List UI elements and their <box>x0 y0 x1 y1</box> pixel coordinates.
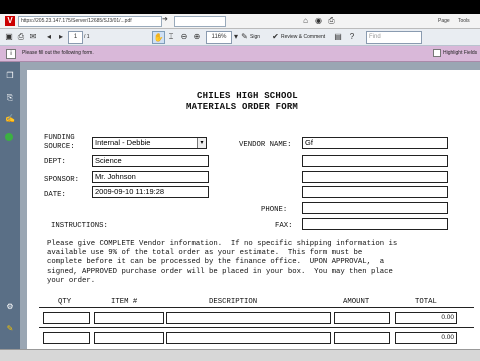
vendor-name-field[interactable]: Gf <box>302 137 448 149</box>
vendor-address-line1[interactable] <box>302 155 448 167</box>
fax-label: FAX: <box>275 222 293 230</box>
highlight-fields-button[interactable]: Highlight Fields <box>433 48 478 58</box>
navigation-pane: ❐ ⎘ ✍ ⚙ ✎ <box>0 62 20 349</box>
home-icon[interactable]: ⌂ <box>300 15 311 26</box>
description-field[interactable] <box>166 312 331 324</box>
fax-field[interactable] <box>302 218 448 230</box>
sign-menu[interactable]: Sign <box>250 31 260 43</box>
total-field: 0.00 <box>395 312 457 324</box>
page-number-input[interactable]: 1 <box>68 31 83 44</box>
phone-label: PHONE: <box>261 206 288 214</box>
pdf-page: CHILES HIGH SCHOOL MATERIALS ORDER FORM … <box>27 70 480 350</box>
vendor-name-label: VENDOR NAME: <box>239 141 292 149</box>
page-total: / 1 <box>84 34 90 40</box>
column-header-total: TOTAL <box>415 298 437 306</box>
taskbar <box>0 349 480 361</box>
zoom-in-icon[interactable]: ⊕ <box>192 31 202 42</box>
document-area: CHILES HIGH SCHOOL MATERIALS ORDER FORM … <box>20 62 480 350</box>
vendor-address-line2[interactable] <box>302 171 448 183</box>
instructions-label: INSTRUCTIONS: <box>51 222 108 230</box>
description-field[interactable] <box>166 332 331 344</box>
url-field[interactable]: https://205.23.147.175/Server/12685/SJ3/… <box>18 16 162 27</box>
dept-label: DEPT: <box>44 158 66 166</box>
item-number-field[interactable] <box>94 312 164 324</box>
floppy-icon[interactable]: ▤ <box>333 31 343 42</box>
attachments-icon[interactable]: ⎘ <box>5 93 15 103</box>
pdf-toolbar: ▣ ⎙ ✉ ◂ ▸ 1 / 1 ✋ ⌶ ⊖ ⊕ 116% ▾ ✎ Sign ✔ … <box>0 29 480 46</box>
form-message-bar: i Please fill out the following form. Hi… <box>0 46 480 62</box>
search-input[interactable] <box>174 16 226 27</box>
next-page-icon[interactable]: ▸ <box>56 31 66 42</box>
help-icon[interactable]: ? <box>347 31 357 42</box>
sponsor-field[interactable]: Mr. Johnson <box>92 171 209 183</box>
highlight-fields-label: Highlight Fields <box>443 50 478 56</box>
column-header-qty: QTY <box>58 298 72 306</box>
hand-tool-icon[interactable]: ✋ <box>152 31 165 44</box>
vendor-address-line3[interactable] <box>302 186 448 198</box>
funding-label-2: SOURCE: <box>44 143 75 151</box>
dept-field[interactable]: Science <box>92 155 209 167</box>
signatures-icon[interactable]: ✍ <box>5 114 15 124</box>
menu-page[interactable]: Page <box>438 15 450 27</box>
table-rule <box>39 307 474 308</box>
form-message: Please fill out the following form. <box>22 50 94 56</box>
phone-field[interactable] <box>302 202 448 214</box>
form-title-line1: CHILES HIGH SCHOOL <box>197 91 298 101</box>
prev-page-icon[interactable]: ◂ <box>44 31 54 42</box>
qty-field[interactable] <box>43 332 90 344</box>
select-tool-icon[interactable]: ⌶ <box>166 31 176 42</box>
total-field: 0.00 <box>395 332 457 344</box>
find-input[interactable]: Find <box>366 31 422 44</box>
menu-tools[interactable]: Tools <box>458 15 470 27</box>
sign-icon[interactable]: ✎ <box>240 31 249 42</box>
column-header-description: DESCRIPTION <box>209 298 258 306</box>
print-icon[interactable]: ⎙ <box>326 15 337 26</box>
highlight-icon <box>433 48 441 57</box>
browser-bar: V https://205.23.147.175/Server/12685/SJ… <box>0 14 480 29</box>
go-arrow-icon[interactable]: ➜ <box>162 15 168 23</box>
review-icon[interactable]: ✔ <box>271 31 280 42</box>
review-comment-menu[interactable]: Review & Comment <box>281 31 325 43</box>
instructions-text: Please give COMPLETE Vendor information.… <box>47 240 398 285</box>
vendor-name-value: Gf <box>305 138 313 147</box>
funding-label: FUNDING <box>44 134 75 142</box>
tools-icon[interactable]: ⚙ <box>5 302 15 312</box>
column-header-amount: AMOUNT <box>343 298 370 306</box>
zoom-level-select[interactable]: 116% <box>206 31 232 44</box>
pages-icon[interactable]: ❐ <box>5 71 15 81</box>
amount-field[interactable] <box>334 332 390 344</box>
comments-icon[interactable]: ✎ <box>5 324 15 334</box>
item-number-field[interactable] <box>94 332 164 344</box>
screen: V https://205.23.147.175/Server/12685/SJ… <box>0 0 480 361</box>
date-label: DATE: <box>44 191 66 199</box>
funding-source-dropdown[interactable]: Internal - Debbie ▾ <box>92 137 207 149</box>
zoom-out-icon[interactable]: ⊖ <box>179 31 189 42</box>
column-header-item: ITEM # <box>111 298 138 306</box>
info-icon: i <box>6 49 16 59</box>
table-rule <box>39 327 474 328</box>
zoom-dropdown-icon[interactable]: ▾ <box>232 31 240 42</box>
amount-field[interactable] <box>334 312 390 324</box>
print-doc-icon[interactable]: ⎙ <box>16 31 26 42</box>
form-icon[interactable] <box>5 133 13 141</box>
browser-logo-icon: V <box>5 16 15 26</box>
chevron-down-icon[interactable]: ▾ <box>197 138 206 148</box>
funding-source-value: Internal - Debbie <box>95 138 151 147</box>
sponsor-label: SPONSOR: <box>44 176 80 184</box>
form-title-line2: MATERIALS ORDER FORM <box>186 102 299 112</box>
email-icon[interactable]: ✉ <box>28 31 38 42</box>
date-field[interactable]: 2009-09-10 11:19:28 <box>92 186 209 198</box>
save-icon[interactable]: ▣ <box>4 31 14 42</box>
qty-field[interactable] <box>43 312 90 324</box>
feeds-icon[interactable]: ◉ <box>313 15 324 26</box>
